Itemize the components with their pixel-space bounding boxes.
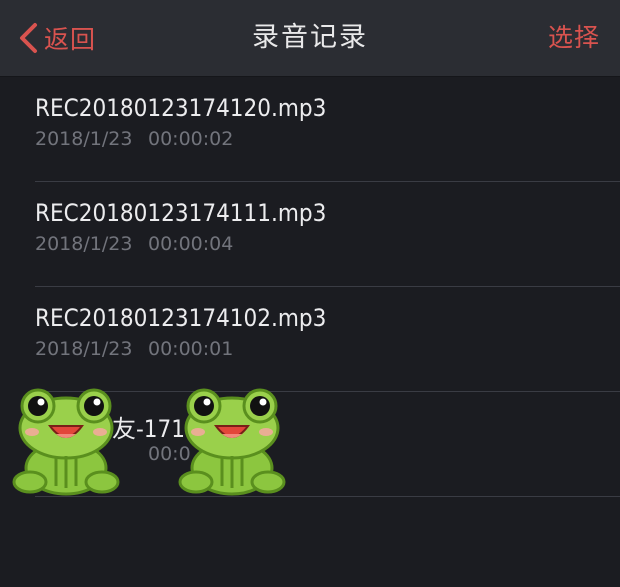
recording-date: 2018/1/23 (35, 338, 133, 360)
recording-duration: 00:00:02 (148, 128, 234, 150)
recording-date: 2018/1/23 (35, 128, 133, 150)
divider (35, 496, 620, 497)
page-title: 录音记录 (252, 22, 368, 53)
recording-name: REC20180123174120.mp3 (35, 94, 327, 122)
list-item[interactable]: REC20180123174102.mp3 2018/1/23 00:00:01 (0, 287, 620, 392)
frog-icon (178, 388, 286, 496)
frog-icon (12, 388, 120, 496)
navigation-bar: 返回 录音记录 选择 (0, 0, 620, 77)
recording-name: REC20180123174111.mp3 (35, 199, 327, 227)
recording-duration: 00:00:01 (148, 338, 234, 360)
recording-name: REC20180123174102.mp3 (35, 304, 327, 332)
select-button[interactable]: 选择 (548, 20, 600, 56)
list-item[interactable]: REC20180123174111.mp3 2018/1/23 00:00:04 (0, 182, 620, 287)
recording-duration: 00:00:04 (148, 233, 234, 255)
recording-date: 2018/1/23 (35, 233, 133, 255)
list-item[interactable]: REC20180123174120.mp3 2018/1/23 00:00:02 (0, 77, 620, 182)
